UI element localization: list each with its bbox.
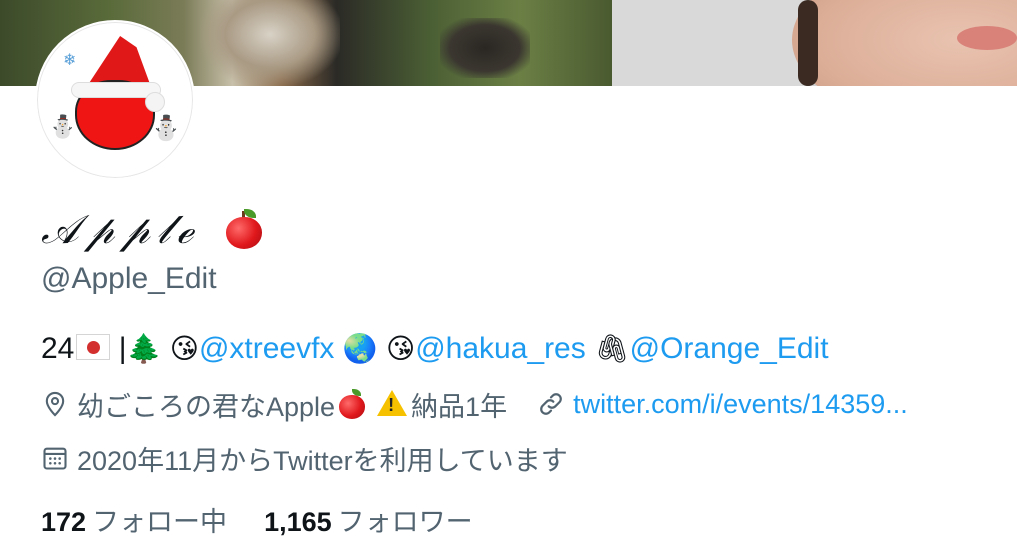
japan-flag-icon xyxy=(76,334,111,360)
red-apple-icon xyxy=(224,209,264,249)
follow-stats: 172 フォロー中 1,165 フォロワー xyxy=(41,500,473,539)
location-pin-icon xyxy=(45,391,65,417)
link-icon xyxy=(540,393,562,415)
username-handle: @Apple_Edit xyxy=(41,262,217,295)
profile-url[interactable]: twitter.com/i/events/14359... xyxy=(537,389,908,420)
profile-url-link[interactable]: twitter.com/i/events/14359... xyxy=(573,389,908,420)
profile-avatar[interactable]: ❄ ⛄ ⛄ xyxy=(35,20,195,180)
followers-count: 1,165 xyxy=(264,507,332,537)
mention-link-xtreevfx[interactable]: @xtreevfx xyxy=(199,332,334,365)
banner-hair xyxy=(798,0,818,86)
mention-link-hakua-res[interactable]: @hakua_res xyxy=(415,332,586,365)
santa-hat-pom xyxy=(145,92,165,112)
display-name: 𝒜𝓅𝓅𝓁ℯ xyxy=(41,206,264,254)
following-link[interactable]: 172 フォロー中 xyxy=(41,507,235,537)
note-text: 納品1年 xyxy=(411,391,508,422)
snowman-icon: ⛄ xyxy=(151,115,181,142)
calendar-icon xyxy=(43,447,67,470)
snowflake-icon: ❄ xyxy=(63,52,77,69)
banner-image-right xyxy=(612,0,1017,86)
snowman-icon: ⛄ xyxy=(49,114,77,139)
banner-lips xyxy=(957,26,1017,50)
globe-icon: 🌏 xyxy=(342,333,378,364)
mention-link-orange-edit[interactable]: @Orange_Edit xyxy=(630,332,829,365)
tree-icon: 🌲 xyxy=(126,333,162,364)
bio-separator: | xyxy=(110,332,127,365)
banner-hand xyxy=(440,18,530,78)
banner-figure xyxy=(200,0,340,86)
bio-age: 24 xyxy=(41,332,75,365)
paperclips-icon: 🖇 xyxy=(594,333,630,364)
warning-icon xyxy=(377,390,408,418)
location-text: 幼ごころの君なApple xyxy=(77,391,336,422)
display-name-text: 𝒜𝓅𝓅𝓁ℯ xyxy=(41,207,200,253)
followers-label: フォロワー xyxy=(337,507,473,537)
profile-bio: 24 |🌲 😘@xtreevfx 🌏 😘@hakua_res 🖇@Orange_… xyxy=(41,330,829,368)
followers-link[interactable]: 1,165 フォロワー xyxy=(257,507,473,537)
kiss-face-icon: 😘 xyxy=(385,333,416,364)
kiss-face-icon: 😘 xyxy=(169,333,199,364)
join-date-text: 2020年11月からTwitterを利用しています xyxy=(77,445,568,476)
following-count: 172 xyxy=(41,507,87,537)
profile-location: 幼ごころの君なApple 納品1年 xyxy=(41,385,507,424)
join-date: 2020年11月からTwitterを利用しています xyxy=(41,440,568,476)
following-label: フォロー中 xyxy=(92,507,228,537)
red-apple-icon xyxy=(337,389,367,419)
banner-wall xyxy=(612,0,812,86)
profile-meta-row: 幼ごころの君なApple 納品1年 twitter.com/i/events/1… xyxy=(41,386,938,422)
